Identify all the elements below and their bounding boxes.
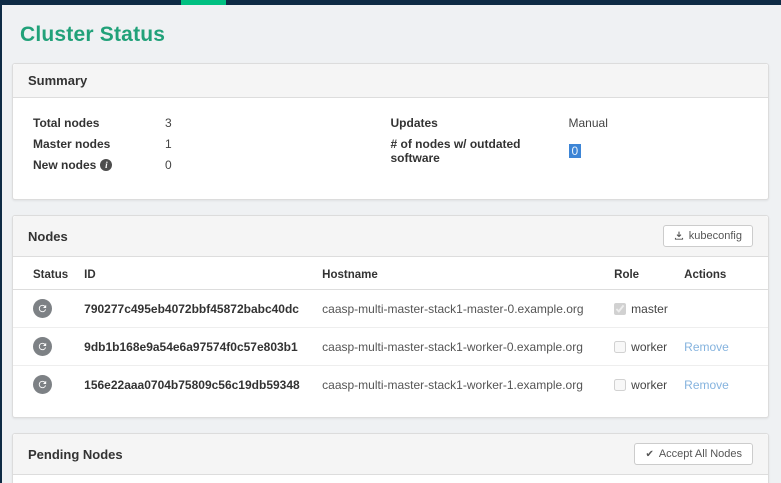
summary-row-new-nodes: New nodes i 0 — [33, 154, 391, 175]
nodes-panel: Nodes kubeconfig Status ID Hostname — [12, 215, 769, 418]
column-header-role: Role — [606, 257, 676, 290]
role-label: worker — [631, 378, 667, 392]
status-sync-icon — [33, 375, 52, 394]
node-actions-cell — [676, 290, 768, 328]
summary-row-master-nodes: Master nodes 1 — [33, 133, 391, 154]
new-nodes-label-text: New nodes — [33, 158, 96, 172]
node-hostname: caasp-multi-master-stack1-worker-1.examp… — [314, 366, 606, 404]
updates-value: Manual — [569, 116, 608, 130]
summary-row-outdated: # of nodes w/ outdated software 0 — [391, 133, 749, 168]
new-nodes-value: 0 — [165, 158, 172, 172]
role-cell: master — [614, 302, 668, 316]
window-left-edge — [0, 0, 2, 483]
download-icon — [674, 231, 684, 241]
kubeconfig-button-label: kubeconfig — [689, 230, 742, 242]
node-id: 790277c495eb4072bbf45872babc40dc — [76, 290, 314, 328]
role-label: master — [631, 302, 668, 316]
main-content: Cluster Status Summary Total nodes 3 Mas… — [0, 0, 781, 483]
nodes-panel-body: Status ID Hostname Role Actions — [13, 257, 768, 417]
summary-panel-title: Summary — [28, 73, 87, 88]
outdated-software-value: 0 — [569, 144, 582, 158]
updates-label: Updates — [391, 116, 569, 130]
column-header-id: ID — [76, 257, 314, 290]
summary-row-total-nodes: Total nodes 3 — [33, 112, 391, 133]
top-nav-active-indicator — [181, 0, 226, 5]
role-cell: worker — [614, 340, 668, 354]
summary-panel: Summary Total nodes 3 Master nodes 1 New… — [12, 63, 769, 200]
node-row-worker-0: 9db1b168e9a54e6a97574f0c57e803b1 caasp-m… — [13, 328, 768, 366]
page-title: Cluster Status — [12, 5, 769, 63]
accept-all-nodes-button-label: Accept All Nodes — [659, 448, 742, 460]
total-nodes-label: Total nodes — [33, 116, 165, 130]
role-master-checkbox[interactable] — [614, 303, 626, 315]
outdated-software-label: # of nodes w/ outdated software — [391, 137, 569, 165]
role-worker-checkbox[interactable] — [614, 379, 626, 391]
total-nodes-value: 3 — [165, 116, 172, 130]
role-cell: worker — [614, 378, 668, 392]
node-id: 9db1b168e9a54e6a97574f0c57e803b1 — [76, 328, 314, 366]
nodes-panel-title: Nodes — [28, 229, 68, 244]
node-row-worker-1: 156e22aaa0704b75809c56c19db59348 caasp-m… — [13, 366, 768, 404]
role-worker-checkbox[interactable] — [614, 341, 626, 353]
status-sync-icon — [33, 299, 52, 318]
summary-right-column: Updates Manual # of nodes w/ outdated so… — [391, 112, 749, 175]
summary-left-column: Total nodes 3 Master nodes 1 New nodes i… — [33, 112, 391, 175]
summary-row-updates: Updates Manual — [391, 112, 749, 133]
master-nodes-label: Master nodes — [33, 137, 165, 151]
nodes-table: Status ID Hostname Role Actions — [13, 257, 768, 403]
remove-node-link[interactable]: Remove — [684, 340, 729, 354]
master-nodes-value: 1 — [165, 137, 172, 151]
summary-panel-body: Total nodes 3 Master nodes 1 New nodes i… — [13, 98, 768, 199]
kubeconfig-download-button[interactable]: kubeconfig — [663, 225, 753, 247]
top-navigation-bar — [0, 0, 781, 5]
remove-node-link[interactable]: Remove — [684, 378, 729, 392]
status-sync-icon — [33, 337, 52, 356]
nodes-table-header-row: Status ID Hostname Role Actions — [13, 257, 768, 290]
pending-nodes-panel-title: Pending Nodes — [28, 447, 123, 462]
column-header-status: Status — [13, 257, 76, 290]
pending-nodes-panel-header: Pending Nodes ✔ Accept All Nodes — [13, 434, 768, 475]
node-hostname: caasp-multi-master-stack1-master-0.examp… — [314, 290, 606, 328]
accept-all-nodes-button[interactable]: ✔ Accept All Nodes — [634, 443, 753, 465]
column-header-actions: Actions — [676, 257, 768, 290]
new-nodes-label: New nodes i — [33, 158, 165, 172]
node-hostname: caasp-multi-master-stack1-worker-0.examp… — [314, 328, 606, 366]
pending-nodes-empty-message: You currently have no nodes to be accept… — [13, 475, 768, 483]
nodes-panel-header: Nodes kubeconfig — [13, 216, 768, 257]
check-icon: ✔ — [645, 449, 653, 460]
column-header-hostname: Hostname — [314, 257, 606, 290]
node-row-master-0: 790277c495eb4072bbf45872babc40dc caasp-m… — [13, 290, 768, 328]
pending-nodes-panel: Pending Nodes ✔ Accept All Nodes You cur… — [12, 433, 769, 483]
node-id: 156e22aaa0704b75809c56c19db59348 — [76, 366, 314, 404]
role-label: worker — [631, 340, 667, 354]
info-icon[interactable]: i — [100, 159, 112, 171]
summary-panel-header: Summary — [13, 64, 768, 98]
